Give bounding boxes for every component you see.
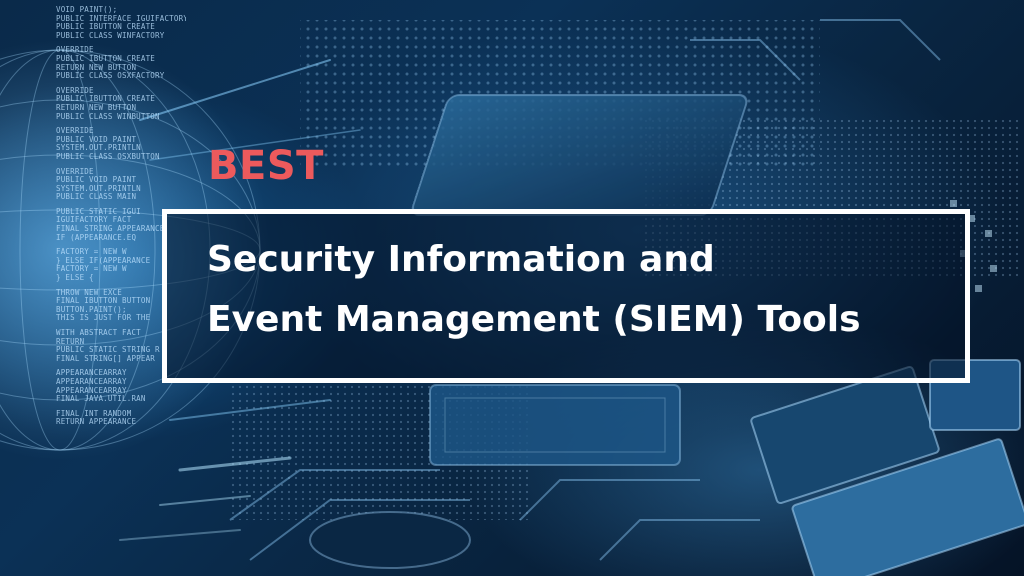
code-line: PUBLIC CLASS OSXBUTTON	[56, 151, 160, 161]
code-line: PUBLIC CLASS WINBUTTON	[56, 111, 160, 121]
code-line: PUBLIC CLASS OSXFACTORY	[56, 71, 165, 81]
hero-banner: VOID PAINT(); PUBLIC INTERFACE IGUIFACTOR…	[0, 0, 1024, 576]
title-frame: Security Information and Event Managemen…	[162, 209, 970, 383]
code-line: PUBLIC CLASS MAIN	[56, 192, 137, 202]
title-line-1: Security Information and	[207, 239, 715, 280]
eyebrow-label: BEST	[208, 143, 324, 189]
code-line: PUBLIC CLASS WINFACTORY	[56, 30, 165, 40]
code-line: FINAL JAVA.UTIL.RAN	[56, 394, 146, 404]
code-line: RETURN APPEARANCE	[56, 417, 137, 427]
title-line-2: Event Management (SIEM) Tools	[207, 299, 861, 340]
